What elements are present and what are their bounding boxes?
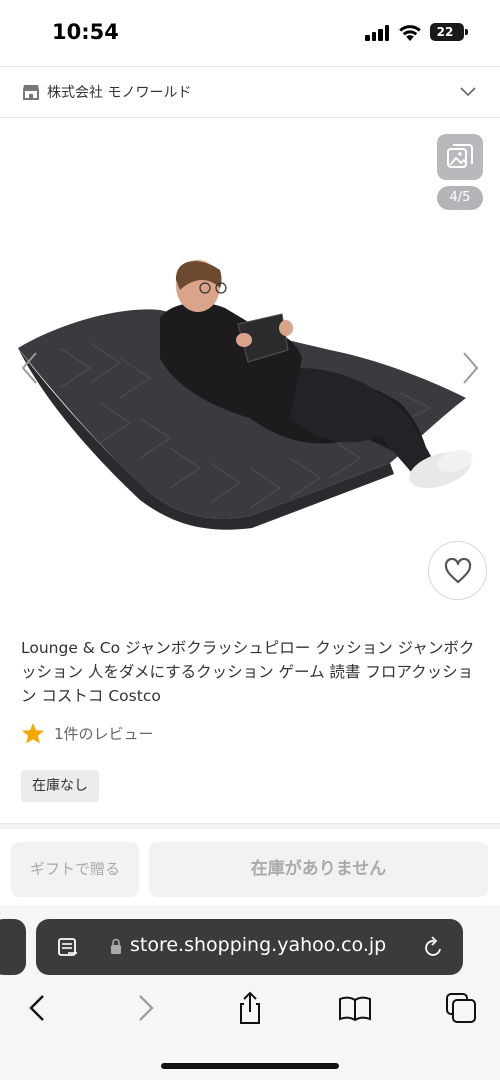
product-image-gallery[interactable]: 4/5: [0, 118, 500, 618]
chevron-right-icon[interactable]: [460, 350, 482, 386]
product-image: [18, 260, 473, 530]
heart-icon: [444, 558, 472, 584]
add-to-cart-button[interactable]: 在庫がありません: [149, 842, 488, 897]
page-menu-icon[interactable]: [57, 936, 79, 958]
stock-status-badge: 在庫なし: [21, 770, 99, 802]
address-bar[interactable]: store.shopping.yahoo.co.jp: [36, 919, 463, 975]
gallery-icon: [447, 144, 473, 168]
gift-button[interactable]: ギフトで贈る: [11, 842, 139, 897]
home-indicator: [161, 1063, 339, 1069]
section-divider: [0, 823, 500, 829]
battery-icon: 22: [430, 23, 468, 41]
lock-icon: [111, 938, 121, 954]
cellular-signal-icon: [365, 25, 391, 41]
previous-tab-preview[interactable]: [0, 919, 26, 975]
forward-icon[interactable]: [127, 990, 163, 1026]
status-bar: 10:54 22: [0, 0, 500, 66]
gallery-view-button[interactable]: [437, 134, 483, 180]
tabs-icon[interactable]: [443, 990, 479, 1026]
bookmarks-icon[interactable]: [337, 990, 373, 1026]
store-header[interactable]: 株式会社 モノワールド: [0, 66, 500, 118]
store-name[interactable]: 株式会社 モノワールド: [47, 82, 191, 102]
chevron-down-icon[interactable]: [460, 85, 476, 97]
wifi-icon: [399, 25, 421, 41]
star-icon: [22, 723, 44, 744]
chevron-left-icon[interactable]: [18, 350, 40, 386]
review-count-link[interactable]: 1件のレビュー: [54, 723, 154, 744]
favorite-button[interactable]: [428, 541, 487, 600]
url-text[interactable]: store.shopping.yahoo.co.jp: [130, 934, 386, 956]
share-icon[interactable]: [232, 990, 268, 1026]
reload-icon[interactable]: [423, 935, 445, 959]
back-icon[interactable]: [20, 990, 56, 1026]
product-title: Lounge & Co ジャンボクラッシュピロー クッション ジャンボクッション…: [21, 639, 475, 705]
battery-level: 22: [436, 25, 454, 39]
image-page-counter: 4/5: [437, 186, 483, 210]
store-icon: [23, 85, 39, 100]
status-time: 10:54: [52, 20, 119, 44]
